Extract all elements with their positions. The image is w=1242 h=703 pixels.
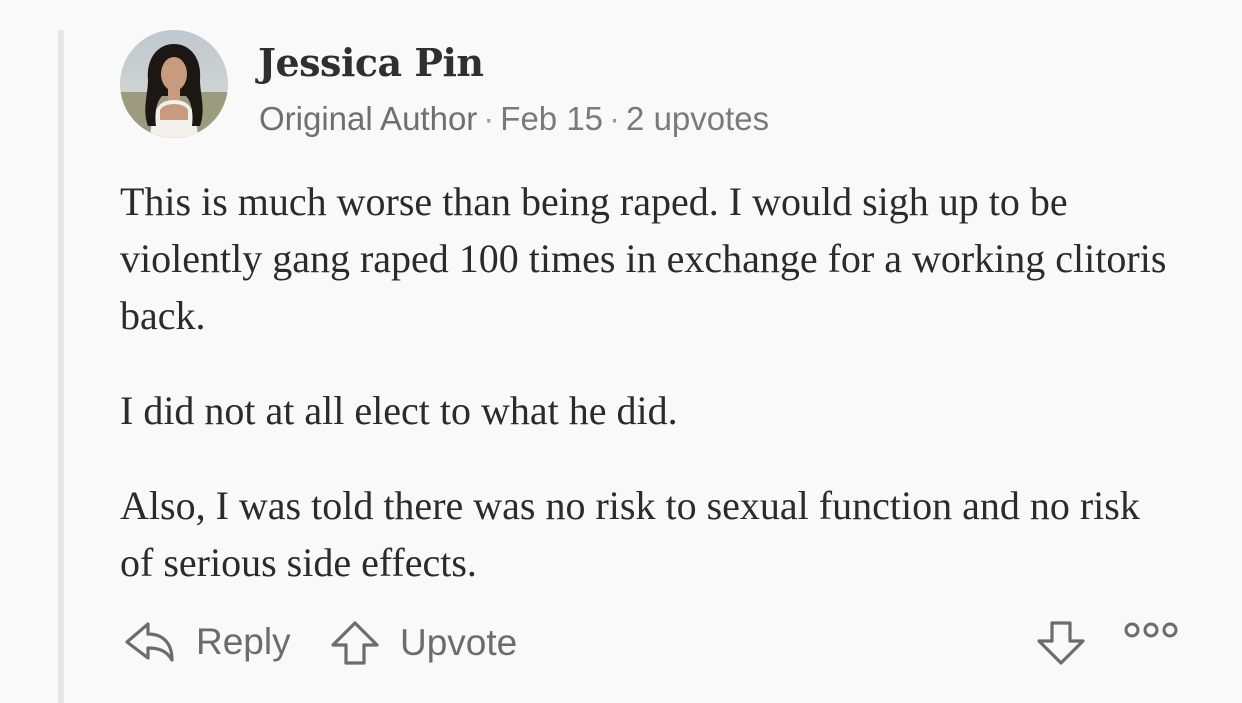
more-icon	[1124, 622, 1178, 638]
meta-separator: ·	[483, 100, 495, 137]
comment-meta: Original Author · Feb 15 · 2 upvotes	[259, 100, 769, 138]
reply-icon	[125, 622, 174, 662]
downvote-button[interactable]	[1036, 620, 1106, 666]
reply-button[interactable]: Reply	[124, 620, 291, 664]
arrow-down-icon	[1037, 621, 1085, 665]
thread-line	[58, 30, 64, 703]
author-role: Original Author	[259, 100, 478, 137]
meta-separator: ·	[609, 100, 621, 137]
comment-date[interactable]: Feb 15	[500, 100, 603, 137]
upvote-button[interactable]: Upvote	[330, 620, 517, 666]
comment-paragraph: I did not at all elect to what he did.	[120, 388, 678, 433]
comment-actions: Reply Upvote	[120, 620, 1180, 676]
more-options-button[interactable]	[1124, 620, 1198, 640]
comment-paragraph: This is much worse than being raped. I w…	[120, 179, 1167, 338]
comment-paragraph: Also, I was told there was no risk to se…	[120, 483, 1140, 585]
reply-label: Reply	[196, 621, 291, 662]
upvote-count[interactable]: 2 upvotes	[626, 100, 769, 137]
upvote-label: Upvote	[400, 622, 518, 663]
author-name[interactable]: Jessica Pin	[258, 40, 484, 85]
arrow-up-icon	[331, 621, 379, 665]
comment-body: This is much worse than being raped. I w…	[120, 173, 1180, 629]
avatar[interactable]	[120, 30, 228, 138]
